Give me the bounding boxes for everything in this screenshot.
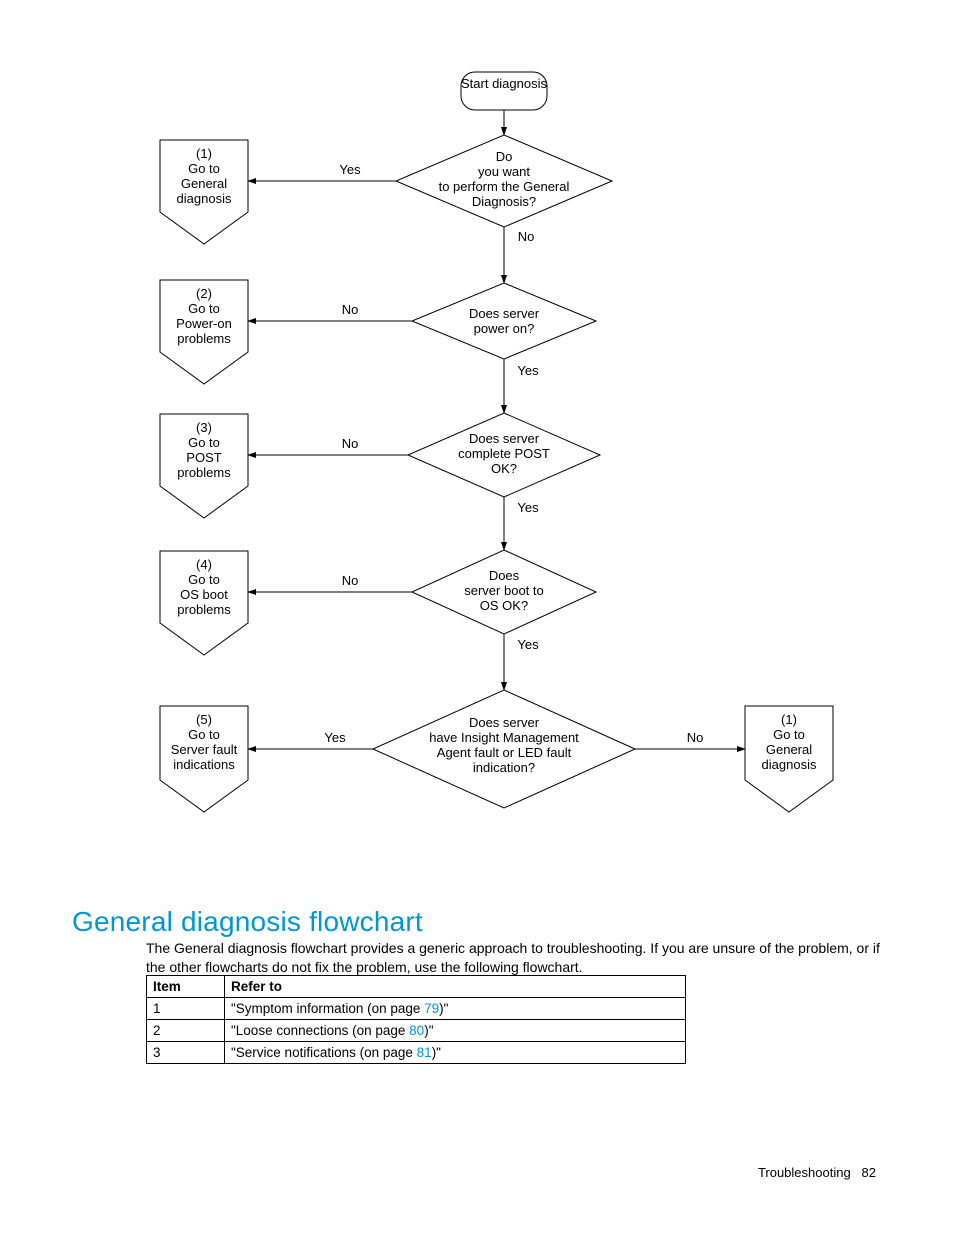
- table-header-item: Item: [147, 976, 225, 998]
- d1-yes-label: Yes: [330, 163, 370, 178]
- offpage-6-text: (1)Go toGeneraldiagnosis: [745, 713, 833, 773]
- d2-yes-label: Yes: [511, 364, 545, 379]
- page-link[interactable]: 81: [417, 1045, 432, 1060]
- decision-4-text: Doesserver boot toOS OK?: [440, 569, 568, 614]
- d5-no-label: No: [680, 731, 710, 746]
- d1-no-label: No: [511, 230, 541, 245]
- page-link[interactable]: 80: [409, 1023, 424, 1038]
- offpage-3-text: (3)Go toPOSTproblems: [160, 421, 248, 481]
- d4-yes-label: Yes: [511, 638, 545, 653]
- d2-no-label: No: [330, 303, 370, 318]
- offpage-5-text: (5)Go toServer faultindications: [157, 713, 251, 773]
- decision-1-text: Doyou wantto perform the GeneralDiagnosi…: [418, 150, 590, 210]
- offpage-4-text: (4)Go toOS bootproblems: [160, 558, 248, 618]
- table-row: 1 "Symptom information (on page 79)": [147, 998, 686, 1020]
- offpage-2-text: (2)Go toPower-onproblems: [160, 287, 248, 347]
- table-row: 3 "Service notifications (on page 81)": [147, 1042, 686, 1064]
- section-body: The General diagnosis flowchart provides…: [146, 939, 886, 977]
- start-node-text: Start diagnosis: [461, 77, 547, 92]
- table-header-refer: Refer to: [225, 976, 686, 998]
- d4-no-label: No: [330, 574, 370, 589]
- page-footer: Troubleshooting 82: [758, 1165, 876, 1180]
- d3-no-label: No: [330, 437, 370, 452]
- reference-table: Item Refer to 1 "Symptom information (on…: [146, 975, 686, 1064]
- decision-5-text: Does serverhave Insight ManagementAgent …: [408, 716, 600, 776]
- d5-yes-label: Yes: [315, 731, 355, 746]
- offpage-1-text: (1)Go toGeneraldiagnosis: [160, 147, 248, 207]
- decision-3-text: Does servercomplete POSTOK?: [432, 432, 576, 477]
- decision-2-text: Does serverpower on?: [436, 307, 572, 337]
- d3-yes-label: Yes: [511, 501, 545, 516]
- section-heading: General diagnosis flowchart: [72, 906, 423, 938]
- table-row: 2 "Loose connections (on page 80)": [147, 1020, 686, 1042]
- page-link[interactable]: 79: [424, 1001, 439, 1016]
